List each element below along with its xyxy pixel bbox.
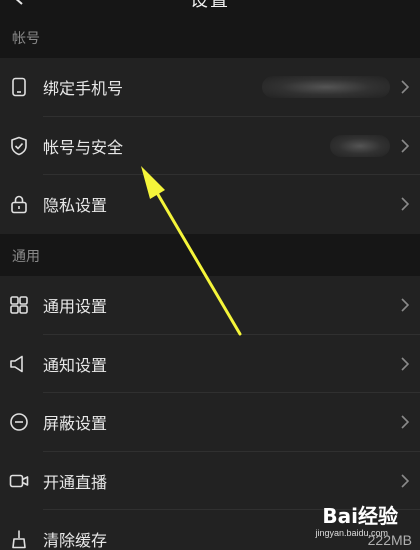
row-account-security[interactable]: 帐号与安全 bbox=[0, 117, 420, 175]
watermark-logo: Bai经验 bbox=[322, 504, 398, 528]
row-bind-phone[interactable]: 绑定手机号 bbox=[0, 58, 420, 117]
chevron-right-icon bbox=[401, 415, 410, 429]
row-label: 清除缓存 bbox=[43, 533, 108, 550]
top-bar: 设置 bbox=[0, 0, 420, 20]
section-label-account: 帐号 bbox=[12, 30, 40, 46]
row-label: 帐号与安全 bbox=[43, 139, 124, 157]
row-block-settings[interactable]: 屏蔽设置 bbox=[0, 393, 420, 452]
block-icon bbox=[10, 413, 28, 432]
row-label: 开通直播 bbox=[43, 474, 108, 492]
account-group: 绑定手机号 帐号与安全 隐私设置 bbox=[0, 58, 420, 234]
row-label: 屏蔽设置 bbox=[43, 416, 108, 434]
shield-icon bbox=[11, 136, 27, 156]
lock-icon bbox=[11, 195, 27, 214]
row-label: 绑定手机号 bbox=[43, 81, 124, 99]
row-privacy-settings[interactable]: 隐私设置 bbox=[0, 175, 420, 234]
grid-icon bbox=[10, 296, 28, 315]
camera-icon bbox=[9, 474, 29, 488]
phone-icon bbox=[12, 77, 26, 97]
cache-size-value: 222MB bbox=[367, 532, 412, 548]
blurred-value bbox=[330, 134, 390, 157]
speaker-icon bbox=[10, 355, 23, 373]
page-title: 设置 bbox=[190, 0, 230, 10]
chevron-right-icon bbox=[401, 139, 410, 153]
chevron-right-icon bbox=[401, 197, 410, 211]
blurred-value bbox=[262, 76, 390, 99]
row-notification-settings[interactable]: 通知设置 bbox=[0, 335, 420, 393]
row-label: 隐私设置 bbox=[43, 198, 108, 216]
chevron-right-icon bbox=[401, 357, 410, 371]
row-general-settings[interactable]: 通用设置 bbox=[0, 276, 420, 335]
chevron-right-icon bbox=[401, 298, 410, 312]
row-label: 通用设置 bbox=[43, 299, 108, 317]
chevron-right-icon bbox=[401, 80, 410, 94]
chevron-right-icon bbox=[401, 474, 410, 488]
section-label-general: 通用 bbox=[12, 248, 40, 264]
row-label: 通知设置 bbox=[43, 357, 108, 375]
broom-icon bbox=[12, 530, 26, 549]
